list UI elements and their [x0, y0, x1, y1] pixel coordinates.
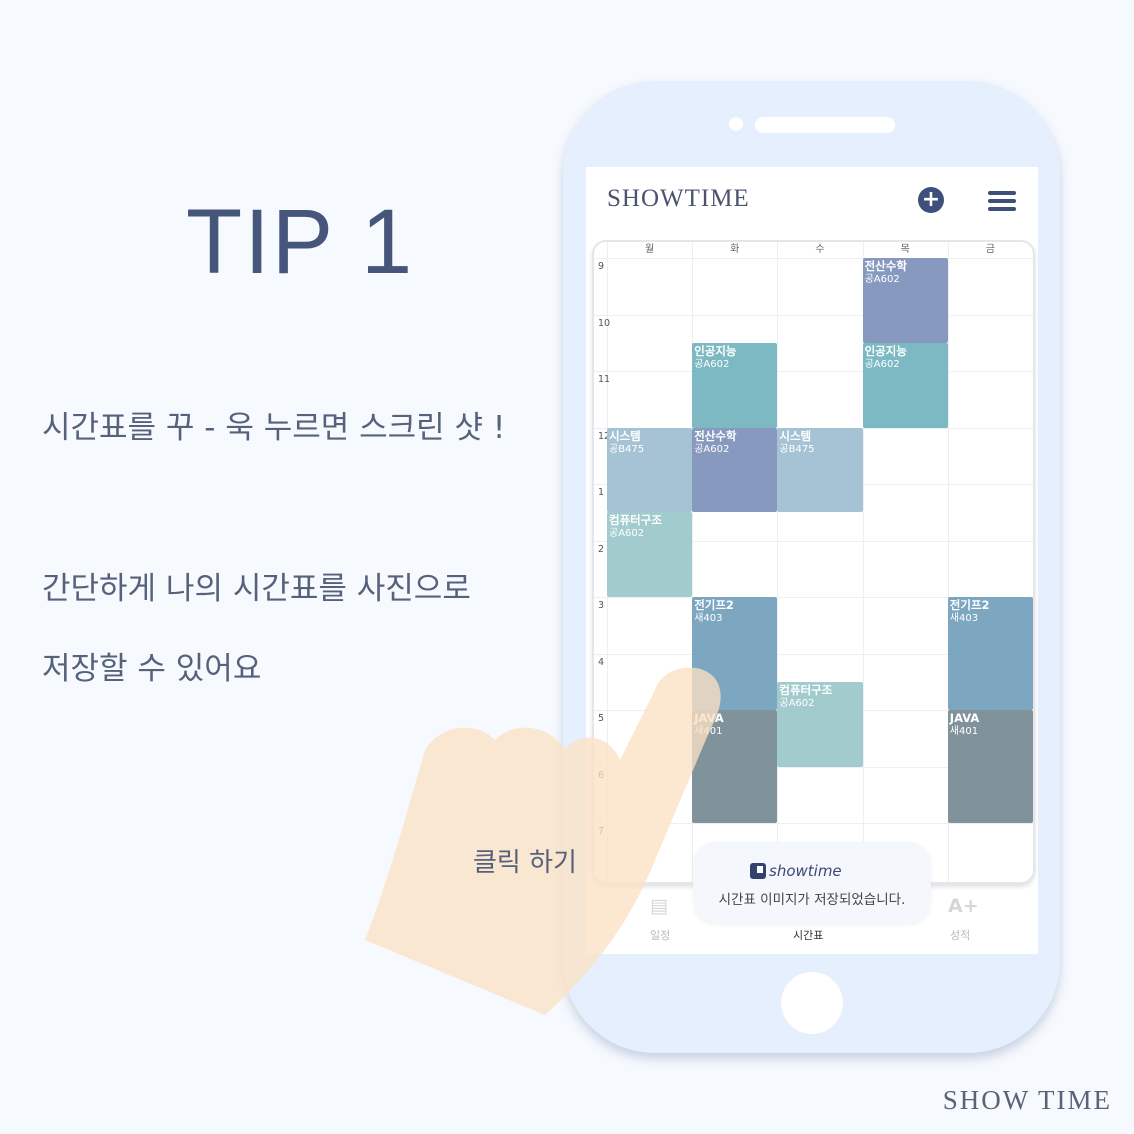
class-block[interactable]: 전산수학 공A602: [862, 258, 948, 343]
class-room: 공A602: [779, 697, 815, 709]
class-block[interactable]: 시스템 공B475: [607, 427, 693, 513]
app-logo: SHOWTIME: [607, 185, 750, 212]
day-header: 금: [985, 244, 995, 255]
nav-item-schedule[interactable]: 일정: [650, 927, 670, 943]
day-header: 화: [730, 244, 740, 255]
class-room: 공A602: [864, 358, 900, 370]
hour-label: 10: [598, 317, 611, 329]
save-toast: showtime 시간표 이미지가 저장되었습니다.: [693, 842, 931, 924]
toast-message: 시간표 이미지가 저장되었습니다.: [718, 892, 906, 908]
grid-column-line: [777, 242, 779, 882]
class-block[interactable]: 전산수학 공A602: [692, 427, 778, 513]
class-name: 전기프2: [694, 598, 734, 612]
class-room: 공A602: [864, 274, 900, 285]
class-name: 컴퓨터구조: [779, 682, 833, 697]
class-room: 공A602: [694, 443, 730, 455]
class-name: 인공지능: [864, 343, 907, 358]
class-block[interactable]: 컴퓨터구조 공A602: [607, 512, 693, 597]
nav-item-grades[interactable]: 성적: [950, 927, 970, 943]
class-block[interactable]: JAVA 새401: [947, 710, 1033, 823]
grid-row-line: [594, 258, 1033, 259]
grid-row-line: [594, 371, 1033, 372]
hour-label: 2: [598, 543, 605, 555]
tip-title: TIP 1: [186, 191, 415, 293]
hour-label: 9: [598, 261, 605, 272]
nav-item-timetable[interactable]: 시간표: [793, 927, 823, 943]
app-screen: SHOWTIME + 월 화 수 목 금 9 10 11 12 1 2 3 4 5 6 7 전산수학 공A602 인…: [586, 167, 1038, 954]
hour-label: 4: [598, 656, 605, 668]
day-header: 월: [644, 244, 655, 255]
hour-label: 5: [598, 713, 605, 724]
class-name: 시스템: [609, 428, 641, 443]
class-room: 새403: [949, 613, 979, 624]
hour-label: 1: [598, 487, 605, 498]
hour-label: 3: [598, 600, 605, 611]
class-block[interactable]: 전기프2 새403: [947, 597, 1033, 710]
class-name: JAVA: [949, 711, 980, 725]
class-name: 컴퓨터구조: [609, 513, 662, 528]
hamburger-menu-icon[interactable]: [988, 191, 1016, 211]
class-name: 전산수학: [864, 259, 907, 273]
tip-line-3: 저장할 수 있어요: [42, 651, 262, 687]
grade-a-plus-icon[interactable]: A+: [948, 895, 979, 917]
tip-line-2: 간단하게 나의 시간표를 사진으로: [42, 571, 471, 607]
class-name: 시스템: [779, 428, 812, 443]
showtime-logo-icon: [750, 863, 766, 879]
class-block[interactable]: JAVA 새401: [692, 710, 778, 823]
class-block[interactable]: 컴퓨터구조 공A602: [777, 681, 863, 767]
class-name: JAVA: [694, 711, 724, 725]
toast-brand: showtime: [769, 862, 842, 880]
plus-circle-icon[interactable]: +: [918, 187, 944, 213]
calendar-icon[interactable]: ▤: [650, 895, 668, 917]
class-room: 공A602: [694, 358, 730, 370]
day-header: 수: [815, 244, 825, 255]
class-room: 새401: [694, 726, 723, 737]
tip-line-1: 시간표를 꾸 - 욱 누르면 스크린 샷 !: [42, 410, 506, 446]
class-block[interactable]: 시스템 공B475: [777, 427, 863, 513]
class-room: 공A602: [609, 528, 645, 540]
footer-brand: SHOW TIME: [942, 1085, 1112, 1115]
class-room: 새403: [694, 613, 723, 624]
class-block[interactable]: 전기프2 새403: [692, 597, 778, 710]
speaker-slot: [755, 117, 895, 133]
class-name: 전산수학: [694, 428, 737, 443]
grid-row-line: [594, 823, 1033, 824]
hour-label: 7: [598, 826, 605, 837]
timetable-grid[interactable]: 월 화 수 목 금 9 10 11 12 1 2 3 4 5 6 7 전산수학 공A602 인공지능 공A602 인공지…: [592, 240, 1035, 884]
grid-row-line: [594, 314, 1033, 316]
class-room: 공B475: [779, 443, 815, 455]
hour-label: 6: [598, 769, 605, 781]
class-block[interactable]: 인공지능 공A602: [692, 342, 778, 428]
hour-label: 11: [598, 374, 611, 385]
class-room: 새401: [949, 726, 979, 737]
camera-dot: [729, 117, 743, 131]
click-label: 클릭 하기: [473, 848, 577, 878]
day-header: 목: [900, 244, 910, 255]
class-name: 인공지능: [694, 343, 737, 358]
class-room: 공B475: [609, 443, 645, 455]
home-button[interactable]: [781, 972, 843, 1034]
class-name: 전기프2: [949, 598, 990, 612]
class-block[interactable]: 인공지능 공A602: [862, 342, 948, 428]
